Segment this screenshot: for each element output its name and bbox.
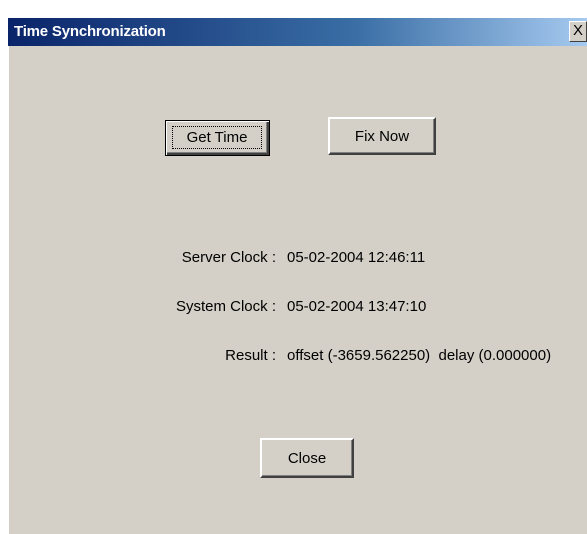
close-icon: X <box>572 22 583 39</box>
get-time-label: Get Time <box>186 129 248 146</box>
screen: Time Synchronization X Get Time Fix Now … <box>0 0 587 534</box>
close-window-button[interactable]: X <box>569 21 587 42</box>
close-button-label: Close <box>287 449 327 467</box>
system-clock-value: 05-02-2004 13:47:10 <box>287 298 427 315</box>
server-clock-label: Server Clock : <box>181 249 276 266</box>
get-time-button[interactable]: Get Time <box>165 120 270 156</box>
close-button[interactable]: Close <box>260 438 354 478</box>
server-clock-value: 05-02-2004 12:46:11 <box>287 249 426 266</box>
system-clock-label: System Clock : <box>175 298 276 315</box>
title-bar[interactable]: Time Synchronization X <box>8 18 587 46</box>
fix-now-label: Fix Now <box>354 127 410 145</box>
window-title: Time Synchronization <box>14 23 166 40</box>
result-label: Result : <box>225 347 276 364</box>
fix-now-button[interactable]: Fix Now <box>328 117 436 155</box>
focus-indicator: Get Time <box>172 126 262 149</box>
result-value: offset (-3659.562250) delay (0.000000) <box>287 347 552 364</box>
